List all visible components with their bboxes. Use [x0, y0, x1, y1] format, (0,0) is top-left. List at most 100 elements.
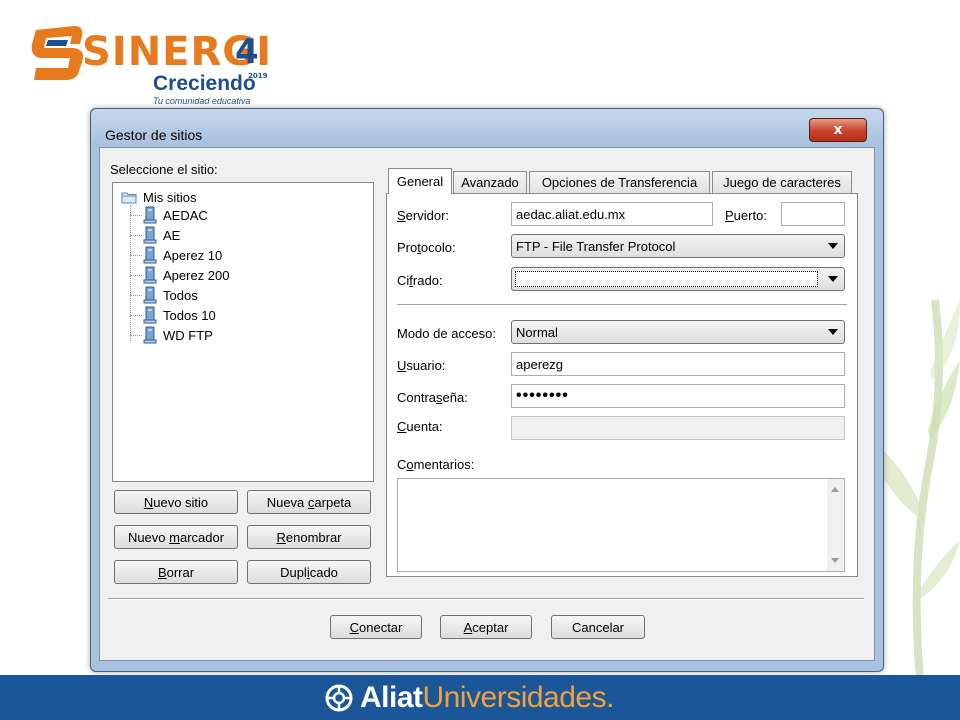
rename-button[interactable]: Renombrar: [247, 525, 371, 549]
separator: [397, 304, 847, 306]
scroll-up-icon[interactable]: [831, 487, 839, 492]
site-manager-window: Gestor de sitios x Seleccione el sitio: …: [90, 108, 884, 672]
button-label: uevo sitio: [153, 494, 209, 510]
password-input[interactable]: ••••••••: [511, 384, 845, 408]
cancel-button[interactable]: Cancelar: [551, 615, 645, 639]
button-label: arpeta: [314, 494, 352, 510]
protocol-label: Protocolo:: [397, 240, 456, 255]
server-icon: [143, 246, 157, 264]
tree-item-label: Aperez 10: [163, 247, 223, 263]
chevron-down-icon: [828, 276, 838, 282]
access-mode-value: Normal: [516, 324, 558, 340]
label-text: Ci: [397, 273, 410, 288]
tree-connector: [130, 205, 131, 341]
accel-key: S: [397, 208, 406, 223]
button-label: cado: [309, 564, 338, 580]
duplicate-button[interactable]: Dupl i cado: [247, 560, 371, 584]
comments-textarea[interactable]: [397, 478, 845, 572]
aliat-brand: AliatUniversidades.: [324, 681, 614, 715]
folder-icon: [121, 192, 137, 204]
new-bookmark-button[interactable]: Nuevo m arcador: [114, 525, 238, 549]
tree-item-label: Aperez 200: [163, 267, 230, 283]
tree-item-aedac[interactable]: AEDAC: [143, 205, 208, 225]
port-label: Puerto:: [725, 208, 767, 223]
accel-key: B: [157, 564, 167, 580]
tree-item-aperez-10[interactable]: Aperez 10: [143, 245, 222, 265]
window-title: Gestor de sitios: [105, 127, 203, 143]
tree-item-todos-10[interactable]: Todos 10: [143, 305, 216, 325]
new-site-button[interactable]: Nuevo sitio: [114, 490, 238, 514]
separator: [108, 598, 864, 600]
tree-branch: [130, 295, 142, 296]
sinergia-logo: SINERGI 4 2019 Creciendo Tu comunidad ed…: [30, 20, 280, 106]
tree-branch: [130, 235, 142, 236]
sinergia-s-icon: [31, 26, 83, 80]
tree-branch: [130, 255, 142, 256]
encryption-select[interactable]: [511, 267, 845, 291]
connect-button[interactable]: Conectar: [330, 615, 422, 639]
chevron-down-icon: [828, 243, 838, 249]
account-input: [511, 416, 845, 440]
label-text: eña:: [442, 390, 468, 405]
aliat-wordmark: AliatUniversidades.: [360, 681, 614, 715]
tree-item-label: AEDAC: [163, 207, 208, 223]
accel-key: o: [406, 457, 414, 472]
tree-branch: [130, 315, 142, 316]
label-text: mentarios:: [413, 457, 475, 472]
access-mode-label: Modo de acceso:: [397, 326, 497, 341]
label-text: uenta:: [406, 419, 443, 434]
server-icon: [143, 306, 157, 324]
scrollbar[interactable]: [827, 479, 844, 571]
tree-root[interactable]: Mis sitios: [121, 187, 196, 207]
protocol-value: FTP - File Transfer Protocol: [516, 238, 676, 254]
password-label: Contraseña:: [397, 390, 468, 405]
tree-item-aperez-200[interactable]: Aperez 200: [143, 265, 230, 285]
titlebar: Gestor de sitios x: [91, 109, 883, 145]
tree-root-label: Mis sitios: [143, 189, 197, 205]
site-label: Seleccione el sitio:: [110, 162, 218, 177]
protocol-select[interactable]: FTP - File Transfer Protocol: [511, 234, 845, 258]
close-button[interactable]: x: [809, 118, 867, 142]
button-label: onectar: [359, 619, 403, 635]
tree-branch: [130, 215, 142, 216]
encryption-label: Cifrado:: [397, 273, 443, 288]
accel-key: C: [397, 419, 407, 434]
access-mode-select[interactable]: Normal: [511, 320, 845, 344]
label-text: suario:: [406, 358, 446, 373]
user-input[interactable]: aperezg: [511, 352, 845, 376]
accept-button[interactable]: Aceptar: [440, 615, 532, 639]
tab-general[interactable]: General: [388, 168, 452, 194]
close-icon: x: [833, 122, 843, 138]
new-folder-button[interactable]: Nueva c arpeta: [247, 490, 371, 514]
button-label: Nuevo: [127, 529, 170, 545]
logo-number: 4: [235, 32, 259, 72]
general-panel: Servidor: aedac.aliat.edu.mx Puerto: Pro…: [386, 193, 858, 577]
tree-item-wd-ftp[interactable]: WD FTP: [143, 325, 213, 345]
accel-key: A: [463, 619, 473, 635]
server-input[interactable]: aedac.aliat.edu.mx: [511, 202, 713, 226]
site-tree[interactable]: Mis sitios AEDAC AE Aperez 10 Aperez 200…: [112, 182, 374, 482]
button-label: orrar: [166, 564, 195, 580]
tree-item-label: Todos 10: [163, 307, 216, 323]
button-label: ceptar: [472, 619, 509, 635]
tab-avanzado[interactable]: Avanzado: [453, 171, 527, 193]
tab-juego-caracteres[interactable]: Juego de caracteres: [712, 171, 852, 193]
label-text: Pro: [397, 240, 418, 255]
accel-key: m: [169, 529, 180, 545]
label-text: ocolo:: [420, 240, 456, 255]
server-icon: [143, 326, 157, 344]
tree-item-label: Todos: [163, 287, 198, 303]
tree-item-ae[interactable]: AE: [143, 225, 180, 245]
accel-key: P: [725, 208, 734, 223]
button-label: arcador: [179, 529, 225, 545]
tree-item-todos[interactable]: Todos: [143, 285, 198, 305]
accel-key: C: [349, 619, 359, 635]
comments-label: Comentarios:: [397, 457, 474, 472]
button-label: enombrar: [285, 529, 342, 545]
tab-opciones-transferencia[interactable]: Opciones de Transferencia: [529, 171, 710, 193]
port-input[interactable]: [781, 202, 845, 226]
logo-tagline: Tu comunidad educativa: [153, 96, 251, 106]
scroll-down-icon[interactable]: [831, 558, 839, 563]
account-label: Cuenta:: [397, 419, 443, 434]
delete-button[interactable]: Borrar: [114, 560, 238, 584]
